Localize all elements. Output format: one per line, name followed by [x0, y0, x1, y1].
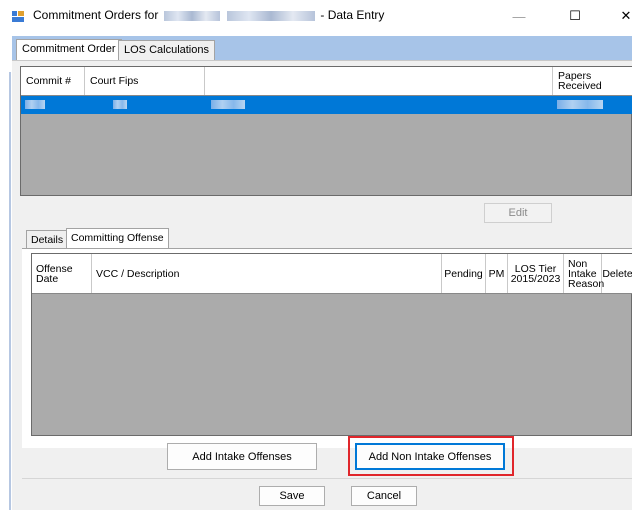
grid-header: Offense Date VCC / Description Pending P… [32, 254, 632, 294]
add-intake-offenses-button[interactable]: Add Intake Offenses [167, 443, 317, 470]
column-header-name[interactable] [205, 67, 553, 95]
save-button[interactable]: Save [259, 486, 325, 506]
cancel-button[interactable]: Cancel [351, 486, 417, 506]
tab-commitment-order[interactable]: Commitment Order [16, 39, 122, 62]
column-header-papers-received[interactable]: Papers Received [553, 67, 632, 95]
column-header-court-fips[interactable]: Court Fips [85, 67, 205, 95]
offenses-grid[interactable]: Offense Date VCC / Description Pending P… [31, 253, 632, 436]
redacted-cell [25, 100, 45, 109]
column-header-non-intake-reason[interactable]: Non Intake Reason [564, 254, 604, 293]
edit-button[interactable]: Edit [484, 203, 552, 223]
column-header-delete[interactable]: Delete [602, 254, 632, 293]
column-header-pending[interactable]: Pending [442, 254, 486, 293]
tab-committing-offense[interactable]: Committing Offense [66, 228, 169, 249]
column-header-pm[interactable]: PM [486, 254, 508, 293]
app-form-icon [12, 11, 24, 22]
redacted-name [163, 10, 220, 21]
column-header-offense-date[interactable]: Offense Date [32, 254, 92, 293]
redacted-name [227, 10, 316, 21]
column-header-vcc-description[interactable]: VCC / Description [92, 254, 442, 293]
close-button[interactable]: ✕ [604, 0, 632, 32]
redacted-cell [557, 100, 603, 109]
column-header-los-tier[interactable]: LOS Tier 2015/2023 [508, 254, 564, 293]
commitments-grid[interactable]: Commit # Court Fips Papers Received [20, 66, 632, 196]
title-bar: Commitment Orders for - Data Entry — ☐ ✕ [0, 0, 632, 32]
tab-los-calculations[interactable]: LOS Calculations [118, 40, 215, 60]
redacted-cell [211, 100, 245, 109]
tab-details[interactable]: Details [26, 230, 69, 249]
grid-header: Commit # Court Fips Papers Received [21, 67, 632, 96]
column-header-commit[interactable]: Commit # [21, 67, 85, 95]
minimize-button[interactable]: — [497, 0, 541, 32]
maximize-button[interactable]: ☐ [553, 0, 597, 32]
add-non-intake-offenses-button[interactable]: Add Non Intake Offenses [355, 443, 505, 470]
window-frame [0, 32, 12, 510]
window-title: Commitment Orders for - Data Entry [33, 8, 385, 22]
table-row[interactable] [21, 96, 632, 114]
redacted-cell [113, 100, 127, 109]
divider [22, 478, 632, 479]
